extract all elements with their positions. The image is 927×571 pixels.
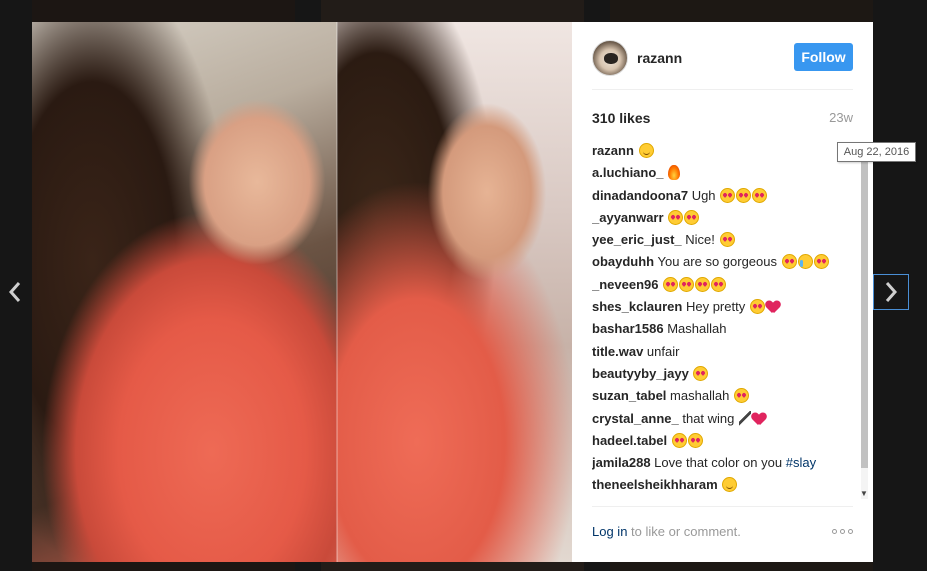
heart-eyes-emoji-icon [720,187,736,203]
comment-username[interactable]: jamila288 [592,455,651,470]
avatar[interactable] [592,40,628,76]
comment-username[interactable]: suzan_tabel [592,388,666,403]
comment-item: dinadandoona7 Ugh [592,187,854,205]
comment-username[interactable]: hadeel.tabel [592,433,667,448]
comment-item: theneelsheikhharam [592,476,854,494]
comment-item: _ayyanwarr [592,209,854,227]
comment-item: jamila288 Love that color on you #slay [592,454,854,472]
comment-username[interactable]: a.luchiano_ [592,165,664,180]
heart-eyes-emoji-icon [749,299,765,315]
post-header: razann Follow [592,38,853,90]
post-time[interactable]: 23w [829,110,853,125]
scroll-down-arrow-icon[interactable]: ▼ [860,489,868,499]
comment-username[interactable]: beautyyby_jayy [592,366,689,381]
smile-emoji-icon [722,477,738,493]
heart-eyes-emoji-icon [752,187,768,203]
heart-eyes-emoji-icon [695,276,711,292]
comment-item: _neveen96 [592,276,854,294]
comment-item: hadeel.tabel [592,432,854,450]
comment-text: Ugh [691,187,716,203]
fire-emoji-icon [668,165,681,181]
heart-eyes-emoji-icon [736,187,752,203]
post-footer: Log in to like or comment. [592,506,853,562]
comment-username[interactable]: shes_kclauren [592,299,682,314]
photo-divider [336,22,338,562]
follow-button[interactable]: Follow [794,43,853,71]
dot [840,529,845,534]
red-heart-emoji-icon [752,411,766,426]
heart-eyes-emoji-icon [679,276,695,292]
comment-username[interactable]: obayduhh [592,254,654,269]
post-username[interactable]: razann [637,50,682,66]
comment-item: suzan_tabel mashallah [592,387,854,405]
comment-item: bashar1586 Mashallah [592,320,854,338]
comment-text: Mashallah [667,321,727,337]
comment-text: that wing [682,410,735,426]
comment-item: beautyyby_jayy [592,365,854,383]
comment-username[interactable]: razann [592,143,634,158]
comment-username[interactable]: yee_eric_just_ [592,232,682,247]
heart-eyes-emoji-icon [684,209,700,225]
comment-text: You are so gorgeous [657,254,778,270]
smile-emoji-icon [638,143,654,158]
comment-username[interactable]: _ayyanwarr [592,210,664,225]
comment-item: title.wav unfair [592,343,854,361]
comment-text: unfair [646,343,680,359]
heart-eyes-emoji-icon [693,365,709,381]
comment-username[interactable]: _neveen96 [592,277,659,292]
heart-eyes-emoji-icon [663,276,679,292]
previous-post-button[interactable] [2,274,28,310]
date-tooltip: Aug 22, 2016 [837,142,916,162]
heart-eyes-emoji-icon [668,209,684,225]
heart-eyes-emoji-icon [687,432,703,448]
comments-list[interactable]: razann a.luchiano_ dinadandoona7 Ugh _ay… [592,142,854,499]
comment-text: mashallah [670,388,730,404]
comment-username[interactable]: bashar1586 [592,321,664,336]
comments-scrollbar[interactable]: ▼ [859,142,869,499]
comment-username[interactable]: crystal_anne_ [592,411,679,426]
red-heart-emoji-icon [766,299,780,314]
likes-count[interactable]: 310 likes [592,110,650,126]
comment-hashtag[interactable]: #slay [786,455,816,470]
scrollbar-thumb[interactable] [861,148,868,468]
photo-left-half [32,22,337,562]
heart-eyes-emoji-icon [719,232,735,248]
post-photo[interactable] [32,22,572,562]
comment-item: a.luchiano_ [592,164,854,182]
paintbrush-emoji-icon [739,410,752,426]
heart-eyes-emoji-icon [671,432,687,448]
login-link[interactable]: Log in [592,524,627,539]
comment-item: crystal_anne_ that wing [592,410,854,428]
crying-emoji-icon [797,254,813,270]
chevron-left-icon [8,282,21,302]
heart-eyes-emoji-icon [733,388,749,404]
comment-item: obayduhh You are so gorgeous [592,253,854,271]
dot [848,529,853,534]
comment-text: Love that color on you [654,455,783,471]
next-post-button[interactable] [873,274,909,310]
comment-item: yee_eric_just_ Nice! [592,231,854,249]
more-options-icon[interactable] [832,529,853,534]
comment-username[interactable]: theneelsheikhharam [592,477,718,492]
heart-eyes-emoji-icon [813,254,829,270]
photo-right-half [337,22,572,562]
comment-item: razann [592,142,854,160]
chevron-right-icon [885,282,898,302]
post-side-panel: razann Follow 310 likes 23w razann a.luc… [572,22,873,562]
comment-item: shes_kclauren Hey pretty [592,298,854,316]
comment-username[interactable]: title.wav [592,344,643,359]
login-prompt: Log in to like or comment. [592,524,741,539]
login-prompt-text: to like or comment. [627,524,741,539]
heart-eyes-emoji-icon [711,276,727,292]
comment-text: Nice! [685,232,715,248]
comment-text: Hey pretty [685,299,746,315]
heart-eyes-emoji-icon [781,254,797,270]
comment-username[interactable]: dinadandoona7 [592,188,688,203]
dot [832,529,837,534]
post-meta: 310 likes 23w [592,110,853,130]
